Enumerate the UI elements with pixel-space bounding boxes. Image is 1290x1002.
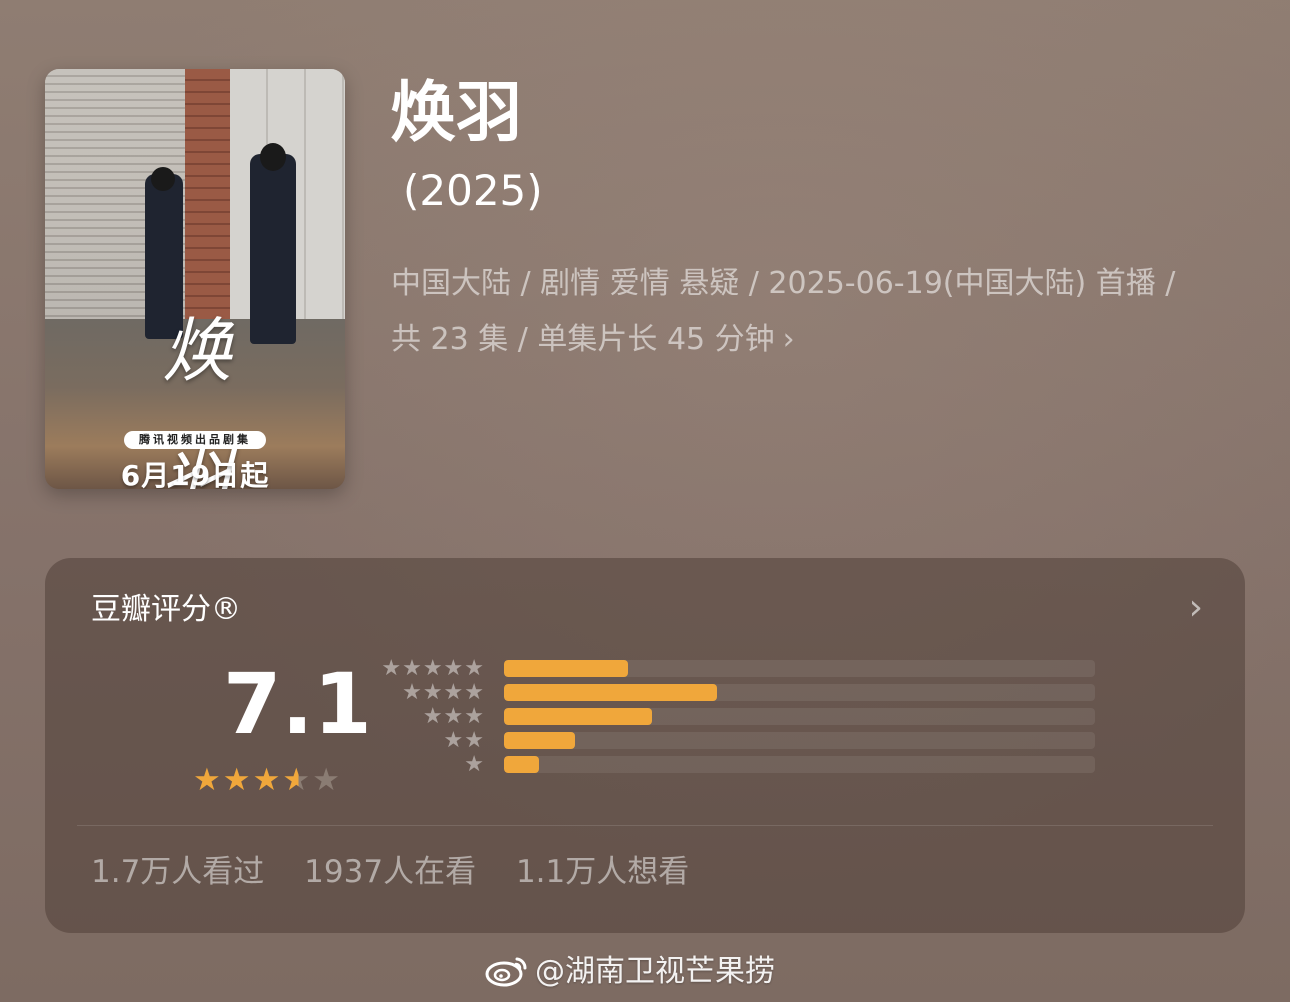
show-meta[interactable]: 中国大陆 / 剧情 爱情 悬疑 / 2025-06-19(中国大陆) 首播 / … bbox=[391, 256, 1251, 368]
divider bbox=[77, 825, 1213, 826]
rating-distribution: ★★★★★ ★★★★ ★★★ ★★ ★ bbox=[380, 656, 1100, 778]
rating-bar-stars-icon: ★★★★ bbox=[402, 680, 485, 705]
want-count[interactable]: 1.1万人想看 bbox=[516, 854, 689, 890]
rating-bar-fill bbox=[504, 732, 575, 749]
weibo-icon bbox=[485, 953, 529, 1000]
rating-bar-stars-icon: ★★★★★ bbox=[381, 656, 485, 681]
rating-card[interactable]: 豆瓣评分® › 7.1 ★★★★★ ★★★★★ ★★★★ ★★★ ★★ ★ 1.7万人看… bbox=[45, 558, 1245, 933]
poster-figure-boy-head bbox=[260, 143, 286, 171]
show-meta-line2-text: 共 23 集 / 单集片长 45 分钟 bbox=[391, 322, 775, 357]
star-half-icon: ★ bbox=[282, 762, 313, 798]
star-full-icon: ★ bbox=[252, 762, 283, 798]
star-full-icon: ★ bbox=[193, 762, 223, 798]
rating-bar-fill bbox=[504, 756, 540, 773]
show-year: (2025) bbox=[403, 166, 543, 215]
chevron-right-icon: › bbox=[782, 322, 795, 357]
poster-badge: 腾讯视频出品剧集 bbox=[124, 431, 266, 449]
rating-bar-stars-icon: ★ bbox=[464, 752, 485, 777]
rating-bar-stars-icon: ★★★ bbox=[422, 704, 485, 729]
show-meta-line2: 共 23 集 / 单集片长 45 分钟 › bbox=[391, 312, 1251, 368]
watching-count[interactable]: 1937人在看 bbox=[304, 854, 476, 890]
rating-bar-row: ★ bbox=[380, 752, 1100, 778]
rating-bar-fill bbox=[504, 708, 652, 725]
rating-bar-row: ★★ bbox=[380, 728, 1100, 754]
poster-calligraphy-title: 焕羽 bbox=[162, 310, 232, 489]
show-title: 焕羽 bbox=[390, 74, 522, 151]
star-empty-icon: ★ bbox=[312, 762, 342, 798]
rating-bar-row: ★★★★ bbox=[380, 680, 1100, 706]
rating-bar-fill bbox=[504, 684, 717, 701]
poster-figure-boy bbox=[250, 154, 296, 344]
poster-brick-wall bbox=[185, 69, 230, 319]
watermark: @湖南卫视芒果捞 bbox=[485, 950, 775, 1000]
poster-figure-girl-head bbox=[151, 167, 175, 191]
star-full-icon: ★ bbox=[222, 762, 253, 798]
rating-bar-track bbox=[504, 756, 1095, 773]
poster-release-date: 6月19日起 bbox=[120, 459, 270, 489]
rating-bar-track bbox=[504, 732, 1095, 749]
star-rating: ★★★★★ bbox=[193, 760, 342, 800]
chevron-right-icon[interactable]: › bbox=[1189, 588, 1203, 628]
rating-bar-track bbox=[504, 684, 1095, 701]
watched-count[interactable]: 1.7万人看过 bbox=[91, 854, 264, 890]
rating-bar-track bbox=[504, 660, 1095, 677]
rating-card-title: 豆瓣评分® bbox=[91, 592, 241, 627]
rating-score: 7.1 bbox=[223, 655, 372, 753]
poster-image[interactable]: 焕羽 腾讯视频出品剧集 6月19日起 bbox=[45, 69, 345, 489]
rating-bar-stars-icon: ★★ bbox=[443, 728, 485, 753]
rating-bar-row: ★★★★★ bbox=[380, 656, 1100, 682]
watermark-text: @湖南卫视芒果捞 bbox=[535, 954, 775, 989]
rating-counts: 1.7万人看过 1937人在看 1.1万人想看 bbox=[91, 850, 719, 894]
rating-bar-fill bbox=[504, 660, 629, 677]
show-meta-line1: 中国大陆 / 剧情 爱情 悬疑 / 2025-06-19(中国大陆) 首播 / bbox=[391, 266, 1176, 301]
rating-bar-track bbox=[504, 708, 1095, 725]
rating-bar-row: ★★★ bbox=[380, 704, 1100, 730]
